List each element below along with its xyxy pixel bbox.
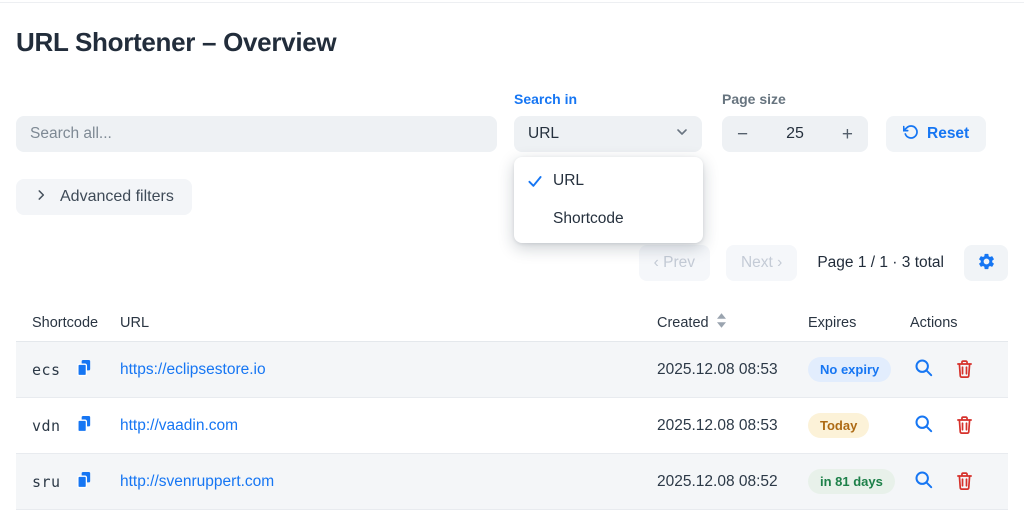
- advanced-filters-label: Advanced filters: [60, 188, 174, 205]
- checkmark-icon: [526, 172, 544, 190]
- expires-badge: No expiry: [808, 357, 892, 382]
- search-in-value: URL: [528, 125, 560, 142]
- page-size-stepper: − 25 +: [722, 116, 868, 152]
- url-link[interactable]: http://svenruppert.com: [120, 473, 274, 490]
- reset-button-label: Reset: [927, 125, 970, 142]
- column-header-created[interactable]: Created: [657, 313, 808, 332]
- trash-icon: [956, 471, 973, 493]
- table-row: sru http://svenruppert.com 2025.12.08 08…: [16, 454, 1008, 510]
- toolbar: Search in URL Page size − 25 + Reset: [16, 91, 1008, 152]
- chevron-right-icon: [34, 188, 48, 207]
- created-timestamp: 2025.12.08 08:53: [657, 360, 778, 378]
- expires-badge: Today: [808, 413, 870, 438]
- copy-shortcode-button[interactable]: [76, 359, 93, 380]
- view-details-button[interactable]: [914, 470, 934, 493]
- dropdown-option-label: Shortcode: [553, 210, 624, 227]
- trash-icon: [956, 415, 973, 437]
- search-in-select[interactable]: URL: [514, 116, 702, 152]
- page-size-label: Page size: [722, 91, 786, 107]
- prev-page-button[interactable]: ‹ Prev: [638, 245, 710, 281]
- gear-icon: [977, 252, 996, 274]
- table-row: ecs https://eclipsestore.io 2025.12.08 0…: [16, 342, 1008, 398]
- reset-button[interactable]: Reset: [886, 116, 987, 152]
- dropdown-option-shortcode[interactable]: Shortcode: [514, 200, 703, 238]
- copy-icon: [76, 359, 93, 380]
- created-timestamp: 2025.12.08 08:53: [657, 416, 778, 434]
- column-header-shortcode: Shortcode: [32, 314, 99, 331]
- table-header-row: Shortcode URL Created Expires Actions: [16, 304, 1008, 342]
- copy-icon: [76, 471, 93, 492]
- pagination-status: Page 1 / 1 · 3 total: [817, 254, 944, 271]
- view-details-button[interactable]: [914, 358, 934, 381]
- created-timestamp: 2025.12.08 08:52: [657, 472, 778, 490]
- column-header-url: URL: [120, 314, 150, 331]
- shortcode-value: vdn: [32, 416, 61, 435]
- page-top-divider: [0, 0, 1024, 3]
- search-in-label: Search in: [514, 91, 578, 107]
- delete-button[interactable]: [956, 471, 973, 493]
- trash-icon: [956, 359, 973, 381]
- page-size-increment-button[interactable]: +: [842, 125, 853, 144]
- page-size-value: 25: [786, 125, 804, 142]
- delete-button[interactable]: [956, 415, 973, 437]
- settings-button[interactable]: [964, 245, 1008, 281]
- advanced-filters-toggle[interactable]: Advanced filters: [16, 179, 192, 215]
- magnifier-icon: [914, 470, 934, 493]
- search-in-dropdown: URL Shortcode: [514, 157, 703, 243]
- next-page-button[interactable]: Next ›: [725, 245, 798, 281]
- shortcode-value: ecs: [32, 360, 61, 379]
- dropdown-option-url[interactable]: URL: [514, 162, 703, 200]
- sort-arrows-icon: [716, 313, 726, 332]
- shortcode-value: sru: [32, 472, 61, 491]
- chevron-down-icon: [674, 124, 690, 145]
- url-table: Shortcode URL Created Expires Actions ec…: [16, 304, 1008, 510]
- delete-button[interactable]: [956, 359, 973, 381]
- search-input[interactable]: [16, 116, 497, 152]
- page-title: URL Shortener – Overview: [16, 27, 337, 57]
- page-size-decrement-button[interactable]: −: [737, 125, 748, 144]
- view-details-button[interactable]: [914, 414, 934, 437]
- copy-shortcode-button[interactable]: [76, 415, 93, 436]
- rotate-ccw-icon: [902, 124, 919, 145]
- magnifier-icon: [914, 414, 934, 437]
- column-header-expires: Expires: [808, 314, 857, 331]
- pagination: ‹ Prev Next › Page 1 / 1 · 3 total: [16, 245, 1008, 281]
- dropdown-option-label: URL: [553, 172, 585, 189]
- magnifier-icon: [914, 358, 934, 381]
- copy-shortcode-button[interactable]: [76, 471, 93, 492]
- url-link[interactable]: http://vaadin.com: [120, 417, 238, 434]
- copy-icon: [76, 415, 93, 436]
- table-row: vdn http://vaadin.com 2025.12.08 08:53 T…: [16, 398, 1008, 454]
- table-body: ecs https://eclipsestore.io 2025.12.08 0…: [16, 342, 1008, 510]
- url-link[interactable]: https://eclipsestore.io: [120, 361, 266, 378]
- column-header-actions: Actions: [910, 314, 958, 331]
- expires-badge: in 81 days: [808, 469, 895, 494]
